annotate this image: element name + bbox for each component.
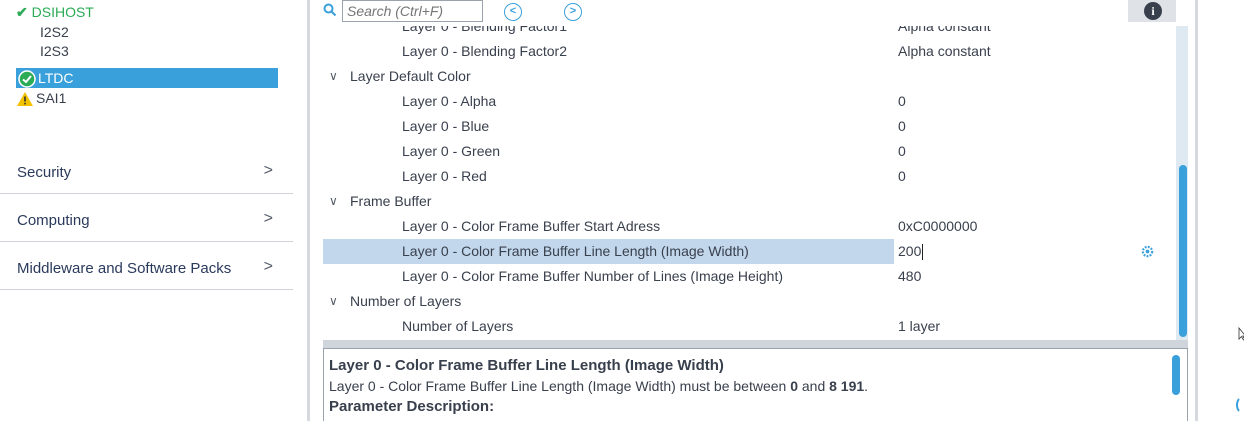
tree-group-row[interactable]: ∨ Frame Buffer (323, 189, 1176, 214)
left-panel: ✔ DSIHOST I2S2 I2S3 LTDC SAI1 Security >… (0, 0, 300, 421)
parameter-name: Number of Layers (402, 318, 514, 334)
info-button[interactable]: i (1128, 0, 1176, 22)
parameter-tree: Layer 0 - Blending Factor1 Alpha constan… (323, 26, 1176, 340)
peripheral-label: DSIHOST (31, 4, 94, 20)
search-toolbar: < > i (310, 0, 1195, 26)
parameter-value: 0 (898, 168, 906, 184)
peripheral-item-ltdc[interactable]: LTDC (16, 68, 278, 89)
parameter-name: Layer 0 - Blending Factor1 (402, 26, 567, 34)
category-middleware[interactable]: Middleware and Software Packs > (0, 242, 293, 290)
parameter-value: 480 (898, 268, 922, 284)
tree-row[interactable]: Number of Layers 1 layer (323, 314, 1176, 339)
chevron-right-icon: > (263, 258, 273, 275)
description-panel: Layer 0 - Color Frame Buffer Line Length… (323, 348, 1188, 421)
description-scrollbar-thumb[interactable] (1172, 355, 1180, 395)
description-and: and (797, 378, 830, 394)
tree-scrollbar-thumb[interactable] (1179, 165, 1187, 337)
tree-row[interactable]: Layer 0 - Blending Factor1 Alpha constan… (323, 26, 1176, 39)
parameter-value: 1 layer (898, 318, 941, 334)
panel-divider[interactable] (1195, 0, 1198, 421)
search-icon (323, 3, 337, 17)
previous-match-button[interactable]: < (504, 3, 522, 21)
chevron-down-icon[interactable]: ∨ (329, 289, 338, 314)
description-text: Layer 0 - Color Frame Buffer Line Length… (329, 378, 868, 394)
parameter-name: Layer 0 - Blending Factor2 (402, 43, 567, 59)
max-value: 8 191 (829, 378, 865, 394)
peripheral-label: I2S2 (40, 24, 69, 40)
peripheral-item-dsihost[interactable]: ✔ DSIHOST (16, 2, 94, 22)
parameter-value-input[interactable]: 200 (898, 239, 924, 264)
tree-group-row[interactable]: ∨ Number of Layers (323, 289, 1176, 314)
parameter-value: 0 (898, 143, 906, 159)
chevron-down-icon[interactable]: ∨ (329, 189, 338, 214)
parameter-name: Layer 0 - Color Frame Buffer Line Length… (402, 243, 749, 259)
description-suffix: . (864, 378, 869, 394)
info-icon: i (1144, 2, 1162, 20)
group-name: Frame Buffer (350, 193, 432, 209)
mouse-cursor-icon (1238, 327, 1244, 341)
gear-icon[interactable] (1141, 245, 1154, 258)
warning-icon (17, 92, 33, 107)
min-value: 0 (790, 378, 798, 394)
parameter-name: Layer 0 - Color Frame Buffer Start Adres… (402, 218, 661, 234)
description-title: Layer 0 - Color Frame Buffer Line Length… (329, 357, 724, 374)
parameter-value: 0 (898, 118, 906, 134)
peripheral-label: SAI1 (36, 90, 67, 106)
description-prefix: Layer 0 - Color Frame Buffer Line Length… (329, 378, 791, 394)
value-edit-field[interactable] (894, 239, 1176, 264)
tree-row[interactable]: Layer 0 - Green 0 (323, 139, 1176, 164)
parameter-name: Layer 0 - Color Frame Buffer Number of L… (402, 268, 784, 284)
tree-row[interactable]: Layer 0 - Red 0 (323, 164, 1176, 189)
tree-row[interactable]: Layer 0 - Blending Factor2 Alpha constan… (323, 39, 1176, 64)
tree-group-row[interactable]: ∨ Layer Default Color (323, 64, 1176, 89)
chevron-down-icon[interactable]: ∨ (329, 64, 338, 89)
chevron-right-icon: > (263, 210, 273, 227)
parameter-value: 200 (898, 243, 922, 259)
parameter-name: Layer 0 - Alpha (402, 93, 497, 109)
next-match-button[interactable]: > (564, 3, 582, 21)
parameter-name: Layer 0 - Red (402, 168, 487, 184)
panel-divider[interactable] (307, 0, 310, 421)
tree-row[interactable]: Layer 0 - Color Frame Buffer Start Adres… (323, 214, 1176, 239)
category-label: Middleware and Software Packs (17, 260, 232, 277)
check-icon: ✔ (16, 4, 28, 20)
parameter-value: 0 (898, 93, 906, 109)
chevron-right-icon: > (263, 162, 273, 179)
parameter-value: Alpha constant (898, 43, 991, 59)
parameter-description-heading: Parameter Description: (329, 398, 495, 415)
category-computing[interactable]: Computing > (0, 194, 293, 242)
check-circle-icon (18, 70, 36, 89)
tree-row-selected[interactable]: Layer 0 - Color Frame Buffer Line Length… (323, 239, 1176, 264)
peripheral-label: I2S3 (40, 43, 69, 59)
peripheral-label: LTDC (38, 70, 74, 86)
parameter-value: 0xC0000000 (898, 218, 978, 234)
group-name: Layer Default Color (350, 68, 471, 84)
text-caret (922, 244, 924, 261)
parameter-name: Layer 0 - Blue (402, 118, 490, 134)
peripheral-item-i2s2[interactable]: I2S2 (40, 22, 69, 42)
tree-row[interactable]: Layer 0 - Blue 0 (323, 114, 1176, 139)
parameter-value: Alpha constant (898, 26, 991, 34)
peripheral-item-i2s3[interactable]: I2S3 (40, 41, 69, 61)
search-input[interactable] (342, 0, 483, 22)
parameter-name: Layer 0 - Green (402, 143, 501, 159)
category-label: Security (17, 164, 72, 181)
group-name: Number of Layers (350, 293, 462, 309)
category-label: Computing (17, 212, 90, 229)
tree-row[interactable]: Layer 0 - Color Frame Buffer Number of L… (323, 264, 1176, 289)
category-security[interactable]: Security > (0, 146, 293, 194)
peripheral-item-sai1[interactable]: SAI1 (16, 88, 66, 108)
tree-row[interactable]: Layer 0 - Alpha 0 (323, 89, 1176, 114)
partial-circle-icon (1236, 396, 1244, 414)
horizontal-splitter[interactable] (323, 340, 1188, 348)
